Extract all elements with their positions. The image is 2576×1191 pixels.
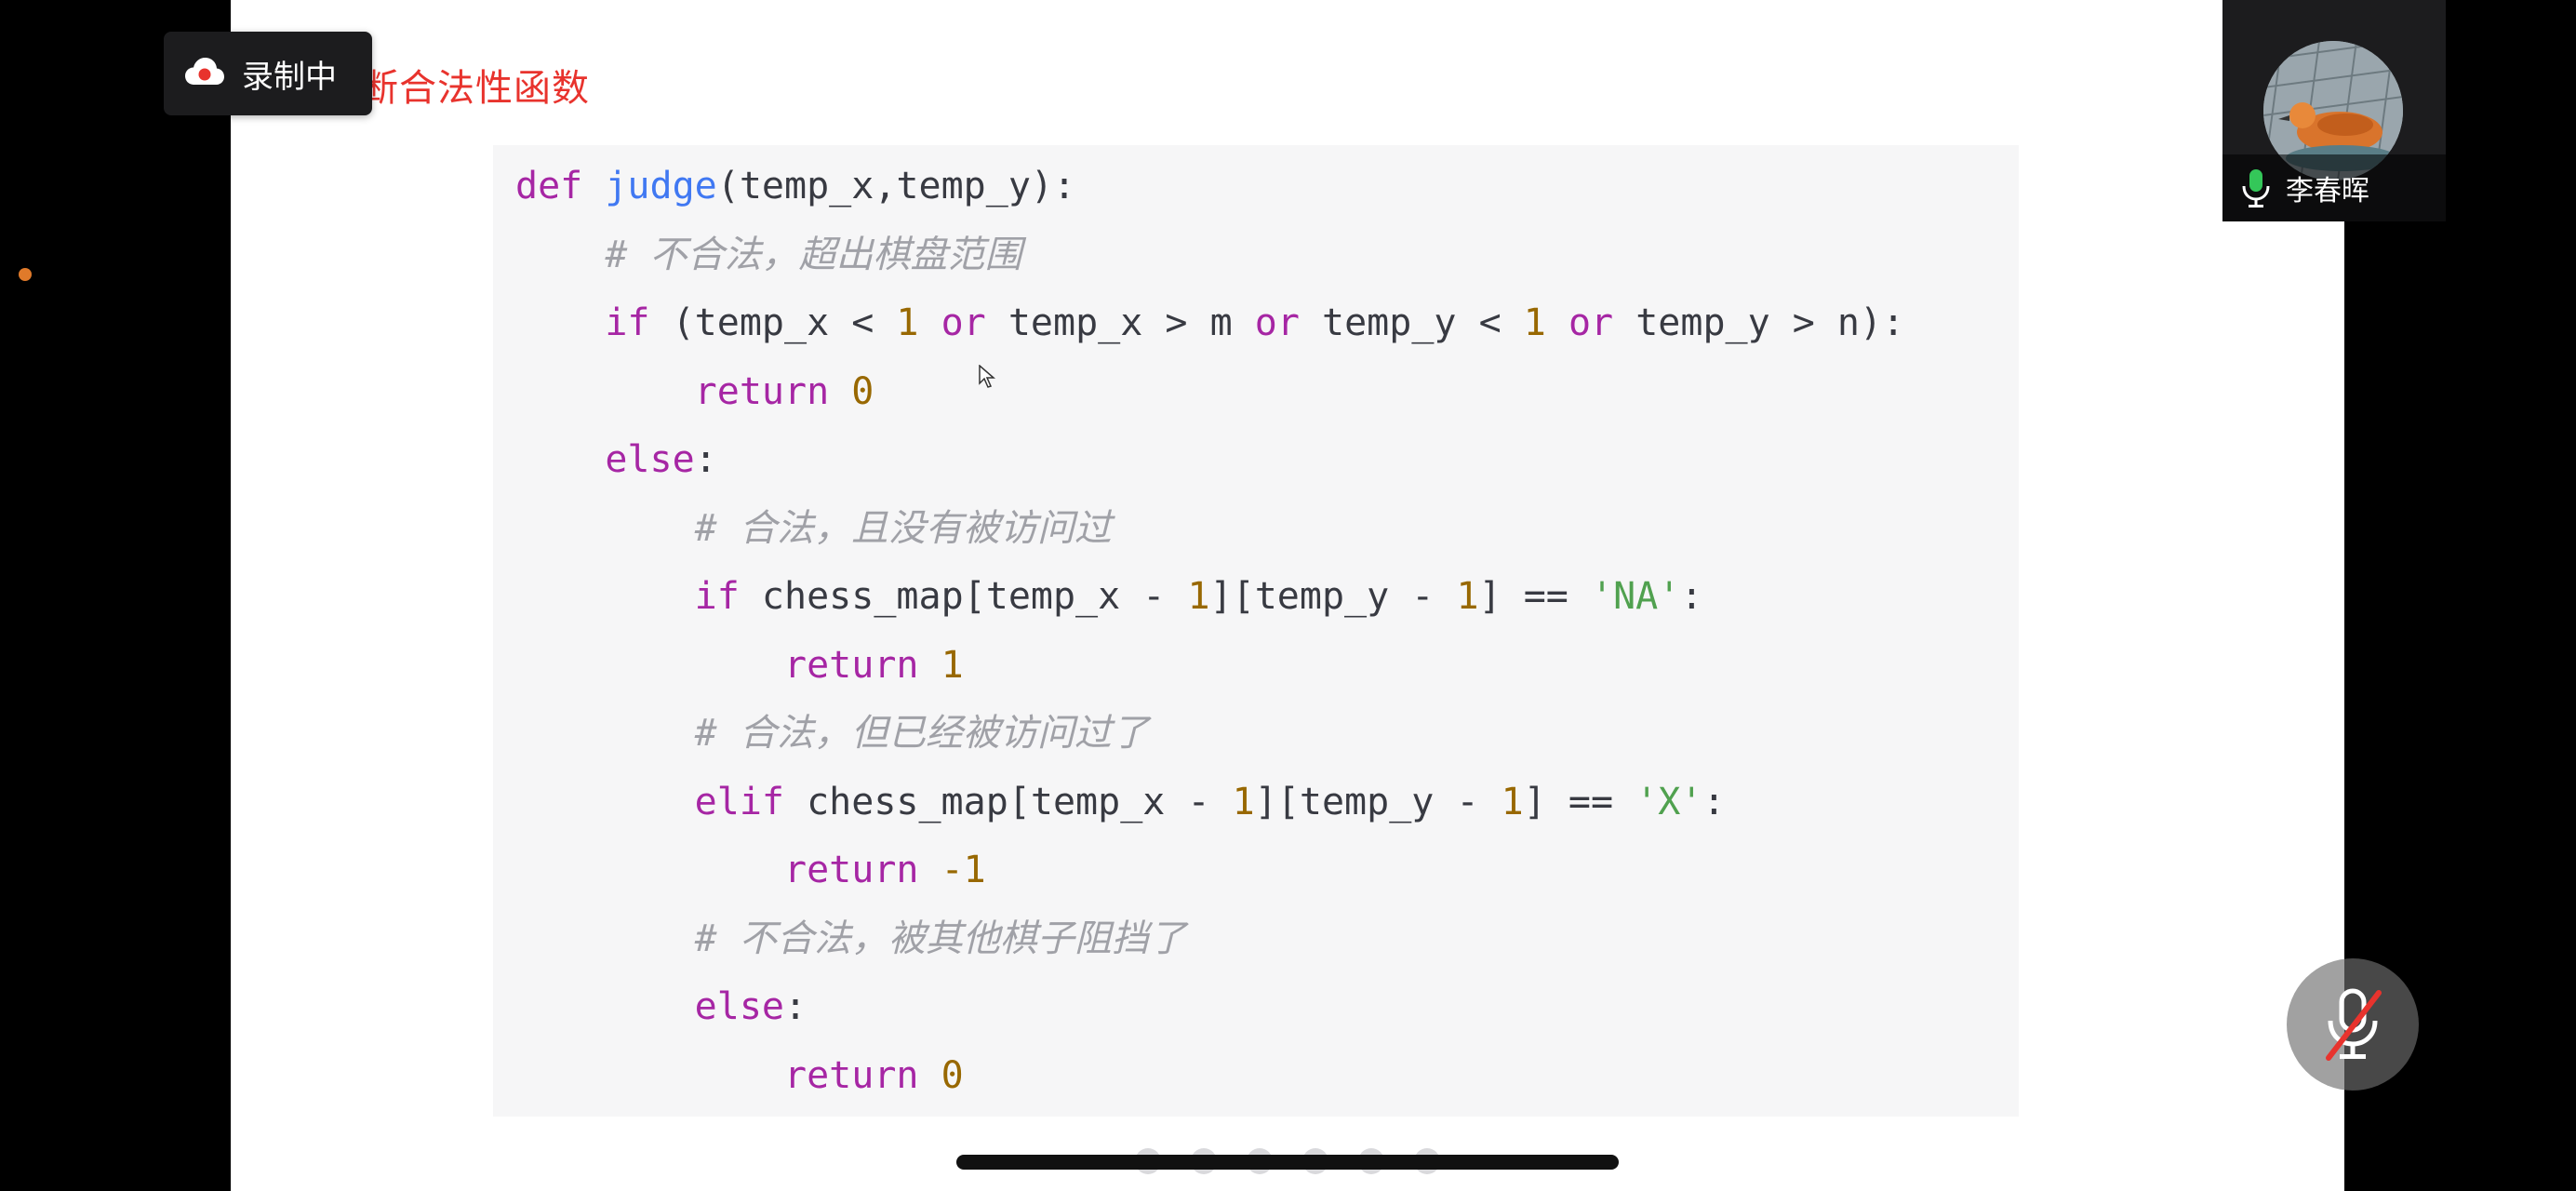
code-token: # 合法，且没有被访问过 — [694, 506, 1112, 550]
mic-icon — [2242, 169, 2270, 207]
code-token: 0 — [851, 369, 874, 413]
code-token: temp_y < — [1299, 301, 1524, 344]
participant-tile[interactable]: 李春晖 — [2222, 0, 2446, 221]
code-token: ][temp_y - — [1209, 575, 1457, 618]
code-block: def judge(temp_x,temp_y): # 不合法，超出棋盘范围 i… — [493, 145, 2019, 1117]
code-token: 1 — [1232, 780, 1255, 823]
participant-name: 李春晖 — [2286, 175, 2369, 207]
code-token: 'X' — [1635, 780, 1703, 823]
code-line: if chess_map[temp_x - 1][temp_y - 1] == … — [515, 569, 1703, 624]
code-line: elif chess_map[temp_x - 1][temp_y - 1] =… — [515, 774, 1726, 830]
code-token: : — [694, 438, 717, 481]
code-token: # 不合法，超出棋盘范围 — [605, 233, 1022, 276]
code-token: ] == — [1523, 780, 1636, 823]
code-line: else: — [515, 432, 717, 488]
code-line: return -1 — [515, 842, 986, 898]
code-line: # 不合法，被其他棋子阻挡了 — [515, 911, 1186, 967]
mute-button[interactable] — [2287, 958, 2419, 1091]
code-line: def judge(temp_x,temp_y): — [515, 158, 1075, 214]
code-token: elif — [694, 780, 784, 823]
code-token: 1 — [1456, 575, 1479, 618]
slide-title: 断合法性函数 — [361, 67, 590, 110]
code-token: or — [1254, 301, 1300, 344]
code-token: return — [783, 849, 919, 891]
code-line: # 不合法，超出棋盘范围 — [515, 227, 1022, 283]
code-line: return 0 — [515, 1048, 964, 1104]
code-token: temp_y > n): — [1613, 301, 1905, 344]
code-token: -1 — [941, 849, 986, 891]
cloud-record-icon — [185, 58, 224, 85]
shared-slide: 断合法性函数 def judge(temp_x,temp_y): # 不合法，超… — [231, 0, 2344, 1191]
mouse-cursor-icon — [979, 365, 995, 388]
participant-name-bar: 李春晖 — [2222, 154, 2446, 221]
code-token: # 合法，但已经被访问过了 — [694, 712, 1149, 755]
code-line: else: — [515, 979, 807, 1035]
code-token: chess_map[temp_x - — [783, 780, 1233, 823]
code-token: return — [783, 1053, 919, 1097]
code-token: 1 — [941, 643, 964, 687]
code-line: if (temp_x < 1 or temp_x > m or temp_y <… — [515, 295, 1904, 351]
code-token: 1 — [1523, 301, 1546, 344]
code-token: 1 — [1501, 780, 1524, 823]
code-token: 'NA' — [1590, 575, 1681, 618]
code-line: # 合法，且没有被访问过 — [515, 501, 1112, 556]
screen-share-stage: 断合法性函数 def judge(temp_x,temp_y): # 不合法，超… — [0, 0, 2576, 1191]
code-token: 1 — [1187, 575, 1210, 618]
code-token: else — [694, 985, 784, 1028]
code-token: else — [605, 438, 695, 481]
code-line: # 合法，但已经被访问过了 — [515, 705, 1149, 761]
code-token: 1 — [896, 301, 919, 344]
code-token: judge — [605, 165, 717, 207]
code-token: temp_x > m — [985, 301, 1255, 344]
code-token: return — [694, 369, 830, 413]
code-token: : — [1680, 575, 1703, 618]
code-token: or — [1568, 301, 1614, 344]
code-token: return — [783, 643, 919, 687]
code-line: return 0 — [515, 364, 874, 420]
status-dot — [19, 268, 32, 281]
code-token: 0 — [941, 1053, 964, 1097]
code-line: return 1 — [515, 637, 964, 693]
code-token: (temp_x < — [649, 301, 897, 344]
code-token: ][temp_y - — [1254, 780, 1502, 823]
code-token: if — [605, 301, 650, 344]
code-token: # 不合法，被其他棋子阻挡了 — [694, 917, 1186, 960]
code-token: chess_map[temp_x - — [739, 575, 1188, 618]
home-indicator[interactable] — [956, 1155, 1619, 1170]
code-token: or — [941, 301, 986, 344]
recording-badge[interactable]: 录制中 — [164, 32, 372, 115]
recording-label: 录制中 — [242, 58, 337, 96]
code-token: def — [515, 165, 583, 207]
code-token: if — [694, 575, 740, 618]
code-token: (temp_x,temp_y): — [716, 165, 1076, 207]
mic-muted-icon — [2326, 988, 2382, 1061]
code-token: ] == — [1478, 575, 1591, 618]
code-token: : — [783, 985, 808, 1028]
code-token: : — [1702, 780, 1726, 823]
